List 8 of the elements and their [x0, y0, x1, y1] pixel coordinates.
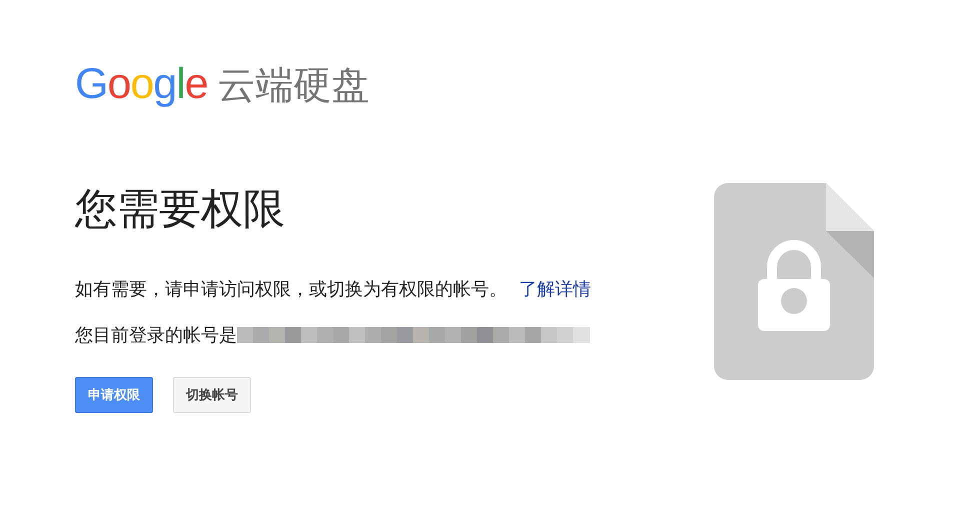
message-text: 如有需要，请申请访问权限，或切换为有权限的帐号。 — [75, 278, 507, 301]
switch-account-button[interactable]: 切换帐号 — [173, 377, 251, 413]
learn-more-link[interactable]: 了解详情 — [519, 277, 591, 301]
locked-file-icon — [714, 183, 874, 380]
account-label: 您目前登录的帐号是 — [75, 324, 237, 347]
google-logo: Google — [75, 60, 208, 109]
product-name: 云端硬盘 — [218, 64, 370, 109]
page-heading: 您需要权限 — [75, 184, 286, 234]
